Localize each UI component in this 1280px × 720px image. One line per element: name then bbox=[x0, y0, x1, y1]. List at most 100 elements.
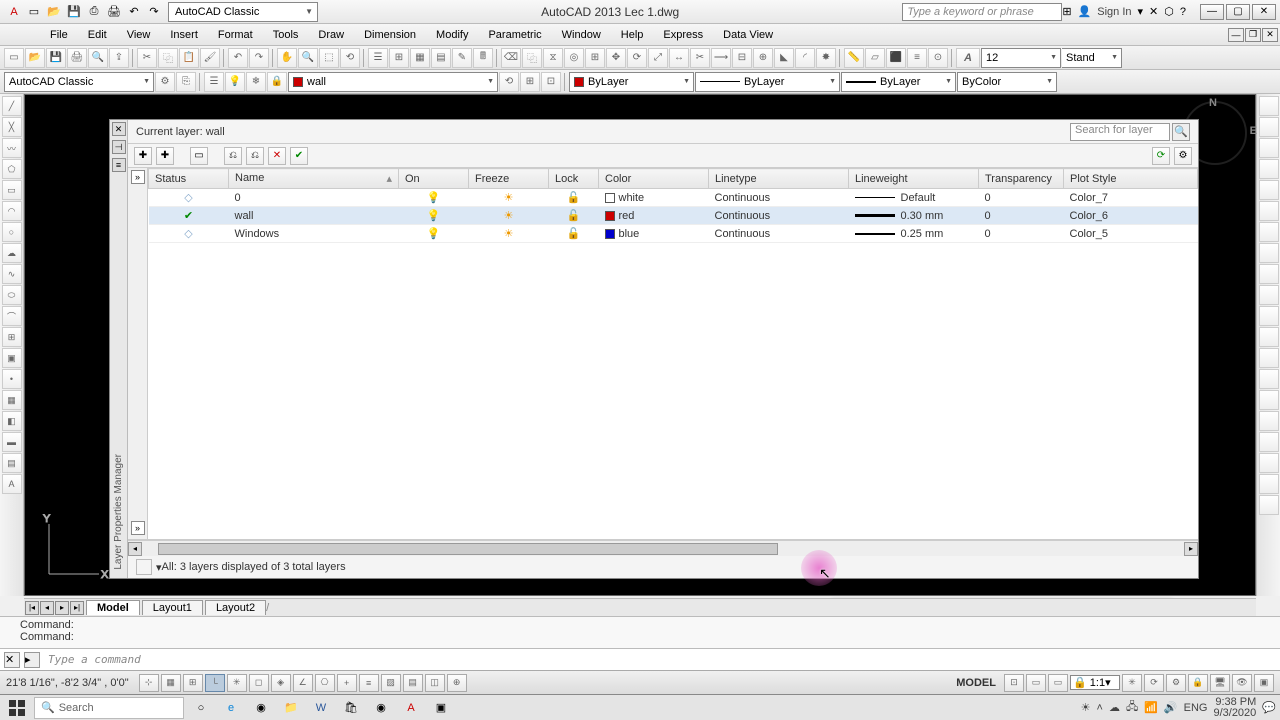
rotate-icon[interactable] bbox=[1259, 222, 1279, 242]
markup-icon[interactable]: ✎ bbox=[452, 48, 472, 68]
col-name[interactable]: Name▴ bbox=[229, 169, 399, 189]
task-app-icon[interactable]: ▣ bbox=[428, 697, 454, 719]
col-lock[interactable]: Lock bbox=[549, 169, 599, 189]
tray-network-icon[interactable]: 🖧 bbox=[1126, 698, 1138, 717]
maxvp-icon[interactable]: ⊡ bbox=[1004, 674, 1024, 692]
stay-connected-icon[interactable]: ⬡ bbox=[1164, 5, 1174, 18]
tree-toggle-icon-2[interactable]: » bbox=[131, 521, 145, 535]
revcloud-icon[interactable]: ☁ bbox=[2, 243, 22, 263]
rect-icon[interactable]: ▭ bbox=[2, 180, 22, 200]
menu-window[interactable]: Window bbox=[552, 26, 611, 44]
tab-first-icon[interactable]: |◂ bbox=[25, 601, 39, 615]
chamfer-std-icon[interactable]: ◣ bbox=[774, 48, 794, 68]
ws-icon[interactable]: ⚙ bbox=[1166, 674, 1186, 692]
region-icon[interactable]: ⬛ bbox=[886, 48, 906, 68]
zoom-prev-icon[interactable]: ⟲ bbox=[340, 48, 360, 68]
dist-icon[interactable]: 📏 bbox=[844, 48, 864, 68]
hatch-icon[interactable]: ▦ bbox=[2, 390, 22, 410]
tab-next-icon[interactable]: ▸ bbox=[55, 601, 69, 615]
dyn-icon[interactable]: + bbox=[337, 674, 357, 692]
explode-std-icon[interactable]: ✸ bbox=[816, 48, 836, 68]
doc-close-button[interactable]: ✕ bbox=[1262, 28, 1278, 42]
ellipse-icon[interactable]: ⬭ bbox=[2, 285, 22, 305]
paste-icon[interactable]: 📋 bbox=[179, 48, 199, 68]
am-icon[interactable]: ⊕ bbox=[447, 674, 467, 692]
menu-view[interactable]: View bbox=[117, 26, 161, 44]
offset-std-icon[interactable]: ◎ bbox=[564, 48, 584, 68]
new-icon[interactable]: ▭ bbox=[24, 2, 44, 22]
erase-std-icon[interactable]: ⌫ bbox=[501, 48, 521, 68]
task-word-icon[interactable]: W bbox=[308, 697, 334, 719]
point-icon[interactable]: • bbox=[2, 369, 22, 389]
doc-restore-button[interactable]: ❐ bbox=[1245, 28, 1261, 42]
lock-icon[interactable]: 🔓 bbox=[567, 192, 581, 204]
hardware-icon[interactable]: 🖥 bbox=[1210, 674, 1230, 692]
menu-help[interactable]: Help bbox=[611, 26, 654, 44]
menu-parametric[interactable]: Parametric bbox=[478, 26, 551, 44]
m18-icon[interactable] bbox=[1259, 453, 1279, 473]
settings-icon[interactable]: ⚙ bbox=[1174, 147, 1192, 165]
layer-row[interactable]: ◇Windows💡☀🔓blueContinuous0.25 mm0Color_5 bbox=[149, 225, 1198, 243]
bulb-icon[interactable]: 💡 bbox=[427, 228, 441, 240]
join-icon[interactable] bbox=[1259, 348, 1279, 368]
pline-icon[interactable]: 〰 bbox=[2, 138, 22, 158]
task-chrome-icon[interactable]: ◉ bbox=[248, 697, 274, 719]
layer-lock-icon[interactable]: 🔒 bbox=[267, 72, 287, 92]
tray-lang[interactable]: ENG bbox=[1184, 702, 1208, 714]
qp-icon[interactable]: ▤ bbox=[403, 674, 423, 692]
scroll-left-icon[interactable]: ◂ bbox=[128, 542, 142, 556]
zoom-window-icon[interactable]: ⬚ bbox=[319, 48, 339, 68]
scroll-right-icon[interactable]: ▸ bbox=[1184, 542, 1198, 556]
array-icon[interactable] bbox=[1259, 180, 1279, 200]
layer-on-icon[interactable]: 💡 bbox=[225, 72, 245, 92]
isolate-icon[interactable]: 👁 bbox=[1232, 674, 1252, 692]
layer-prev-icon[interactable]: ⟲ bbox=[499, 72, 519, 92]
list-icon[interactable]: ≡ bbox=[907, 48, 927, 68]
task-store-icon[interactable]: 🛍 bbox=[338, 697, 364, 719]
menu-express[interactable]: Express bbox=[653, 26, 713, 44]
tool-palette-icon[interactable]: ▦ bbox=[410, 48, 430, 68]
open-icon[interactable]: 📂 bbox=[25, 48, 45, 68]
open-icon[interactable]: 📂 bbox=[44, 2, 64, 22]
sun-icon[interactable]: ☀ bbox=[504, 192, 514, 204]
lock-icon[interactable]: 🔓 bbox=[567, 210, 581, 222]
text-height-combo[interactable]: 12 bbox=[981, 48, 1061, 68]
undo-icon[interactable]: ↶ bbox=[228, 48, 248, 68]
break-std-icon[interactable]: ⊟ bbox=[732, 48, 752, 68]
new-icon[interactable]: ▭ bbox=[4, 48, 24, 68]
polygon-icon[interactable]: ⬠ bbox=[2, 159, 22, 179]
explode-icon[interactable] bbox=[1259, 411, 1279, 431]
tab-layout2[interactable]: Layout2 bbox=[205, 600, 266, 615]
xline-icon[interactable]: ╳ bbox=[2, 117, 22, 137]
gradient-icon[interactable]: ◧ bbox=[2, 411, 22, 431]
menu-format[interactable]: Format bbox=[208, 26, 263, 44]
text-style-combo[interactable]: Stand bbox=[1062, 48, 1122, 68]
region-d-icon[interactable]: ▬ bbox=[2, 432, 22, 452]
line-icon[interactable]: ╱ bbox=[2, 96, 22, 116]
tray-chevron-icon[interactable]: ˄ bbox=[1097, 702, 1103, 714]
cmd-recent-icon[interactable]: ▸ bbox=[24, 652, 40, 668]
panel-close-icon[interactable]: ✕ bbox=[112, 122, 126, 136]
cmd-close-icon[interactable]: ✕ bbox=[4, 652, 20, 668]
mirror-std-icon[interactable]: ⧖ bbox=[543, 48, 563, 68]
redo-icon[interactable]: ↷ bbox=[144, 2, 164, 22]
space-label[interactable]: MODEL bbox=[956, 677, 996, 689]
command-line[interactable]: ✕ ▸ Type a command bbox=[0, 648, 1280, 670]
panel-menu-icon[interactable]: ≡ bbox=[112, 158, 126, 172]
plot-icon[interactable]: 🖨 bbox=[104, 2, 124, 22]
sun-icon[interactable]: ☀ bbox=[504, 228, 514, 240]
publish-icon[interactable]: ⇪ bbox=[109, 48, 129, 68]
3dosnap-icon[interactable]: ◈ bbox=[271, 674, 291, 692]
tray-notifications-icon[interactable]: 💬 bbox=[1262, 701, 1276, 714]
save-icon[interactable]: 💾 bbox=[64, 2, 84, 22]
ortho-icon[interactable]: └ bbox=[205, 674, 225, 692]
erase-icon[interactable] bbox=[1259, 96, 1279, 116]
toolbar-lock-icon[interactable]: 🔒 bbox=[1188, 674, 1208, 692]
workspace-combo[interactable]: AutoCAD Classic bbox=[4, 72, 154, 92]
tray-onedrive-icon[interactable]: ☁ bbox=[1109, 701, 1120, 714]
undo-icon[interactable]: ↶ bbox=[124, 2, 144, 22]
area-icon[interactable]: ▱ bbox=[865, 48, 885, 68]
exchange-icon[interactable]: ✕ bbox=[1149, 5, 1158, 18]
tab-prev-icon[interactable]: ◂ bbox=[40, 601, 54, 615]
move-std-icon[interactable]: ✥ bbox=[606, 48, 626, 68]
